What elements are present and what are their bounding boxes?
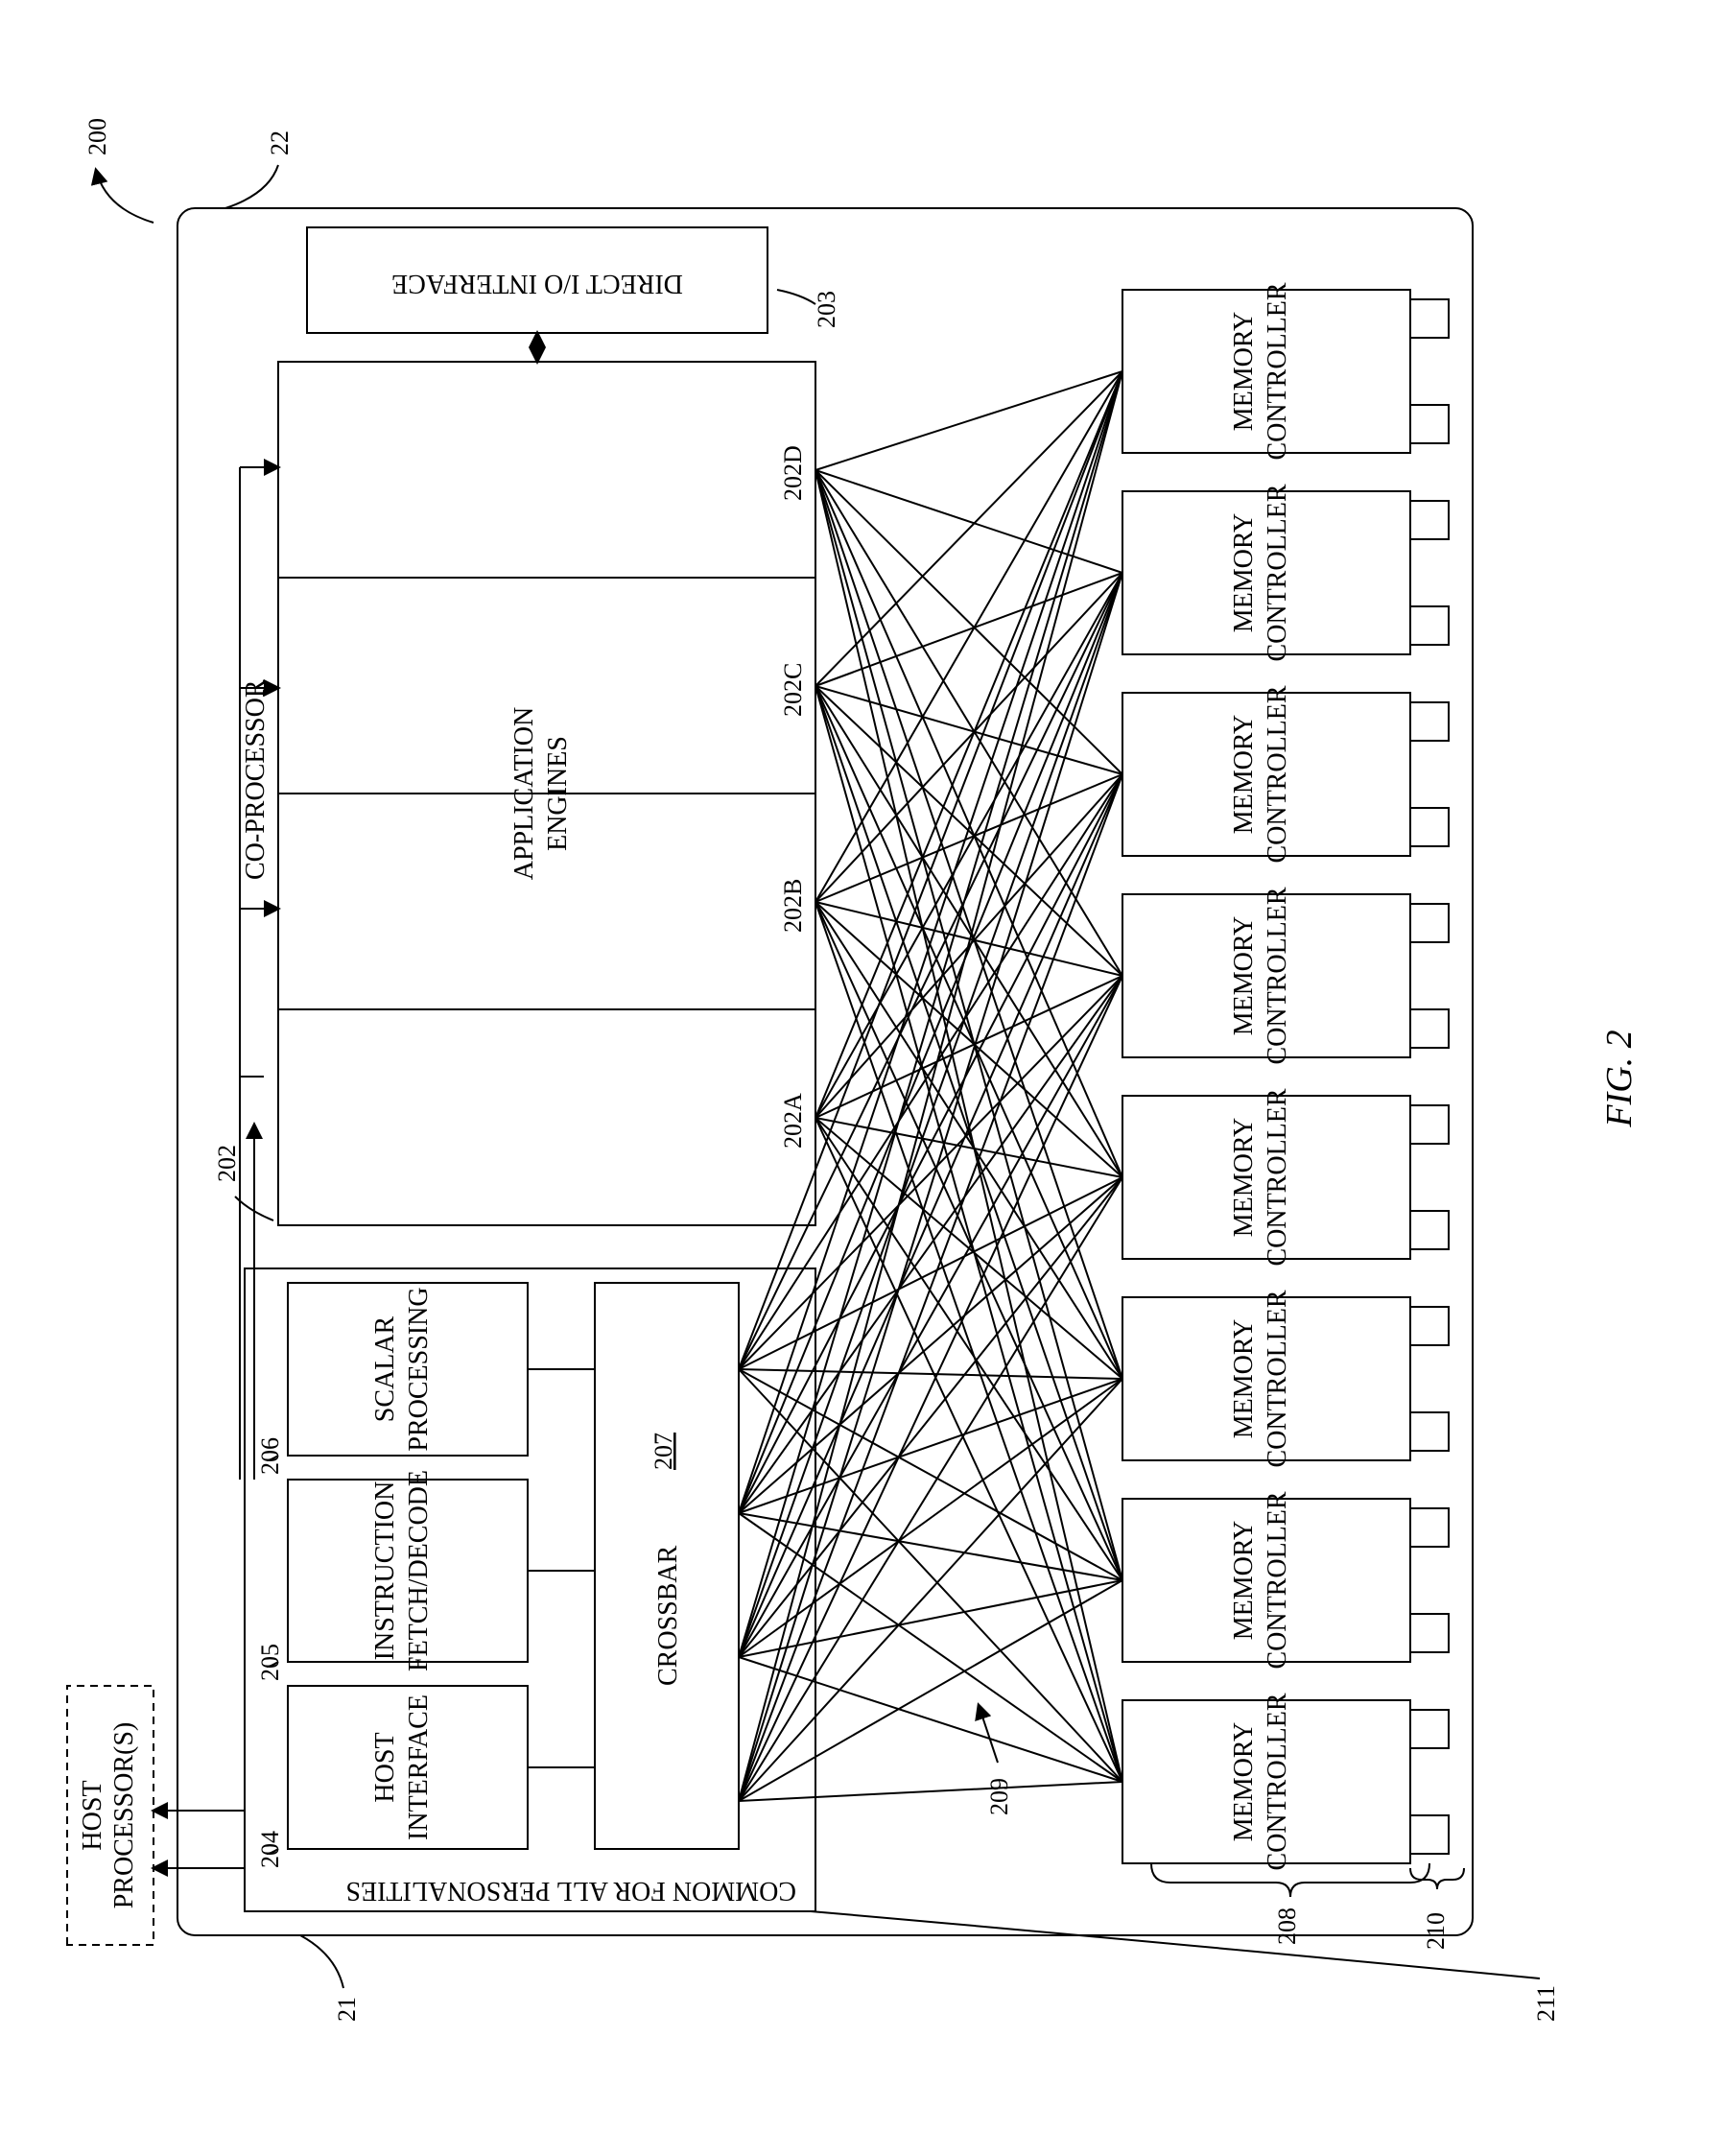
ref-210: 210 (1422, 1912, 1450, 1950)
host-label-1: HOST (78, 1780, 107, 1850)
svg-text:MEMORY: MEMORY (1229, 715, 1259, 834)
ref-200: 200 (83, 118, 111, 155)
host-label-2: PROCESSOR(S) (109, 1722, 139, 1909)
ref-208: 208 (1273, 1907, 1301, 1945)
ref-205: 205 (256, 1644, 284, 1681)
svg-text:MEMORY: MEMORY (1229, 1319, 1259, 1438)
svg-text:CONTROLLER: CONTROLLER (1263, 484, 1292, 661)
ref-202d: 202D (779, 445, 807, 501)
cop: CO-PROCESSOR (241, 679, 271, 880)
figure-label: FIG. 2 (1599, 1030, 1640, 1127)
sp2: PROCESSING (404, 1287, 434, 1451)
figure-2: 200 21 22 HOST PROCESSOR(S) COMMON FOR A… (0, 0, 1724, 2156)
common-label: COMMON FOR ALL PERSONALITIES (345, 1876, 796, 1906)
ref-202: 202 (213, 1145, 241, 1182)
ref-203: 203 (813, 291, 840, 328)
svg-text:CONTROLLER: CONTROLLER (1263, 1290, 1292, 1467)
ref-206: 206 (256, 1437, 284, 1475)
svg-text:MEMORY: MEMORY (1229, 1118, 1259, 1237)
ref-202a: 202A (779, 1093, 807, 1149)
ref-209: 209 (985, 1778, 1013, 1815)
svg-text:MEMORY: MEMORY (1229, 916, 1259, 1035)
svg-text:CONTROLLER: CONTROLLER (1263, 887, 1292, 1064)
hi2: INTERFACE (404, 1694, 434, 1840)
svg-text:MEMORY: MEMORY (1229, 1521, 1259, 1640)
hi1: HOST (370, 1732, 400, 1802)
svg-text:MEMORY: MEMORY (1229, 513, 1259, 632)
svg-text:MEMORY: MEMORY (1229, 1722, 1259, 1841)
ref-202b: 202B (779, 879, 807, 933)
svg-text:CONTROLLER: CONTROLLER (1263, 685, 1292, 863)
svg-text:MEMORY: MEMORY (1229, 312, 1259, 431)
if2: FETCH/DECODE (404, 1470, 434, 1671)
ref-202c: 202C (779, 663, 807, 717)
ref-21: 21 (333, 1997, 361, 2022)
dio: DIRECT I/O INTERFACE (391, 269, 683, 298)
svg-text:CONTROLLER: CONTROLLER (1263, 1693, 1292, 1870)
ref-204: 204 (256, 1831, 284, 1868)
ref-211: 211 (1532, 1985, 1560, 2022)
ref-22: 22 (266, 130, 294, 155)
ref-207: 207 (649, 1433, 677, 1470)
xbar: CROSSBAR (653, 1545, 683, 1686)
svg-text:CONTROLLER: CONTROLLER (1263, 1491, 1292, 1669)
if1: INSTRUCTION (370, 1481, 400, 1661)
sp1: SCALAR (370, 1315, 400, 1422)
svg-text:CONTROLLER: CONTROLLER (1263, 282, 1292, 460)
svg-text:CONTROLLER: CONTROLLER (1263, 1088, 1292, 1266)
